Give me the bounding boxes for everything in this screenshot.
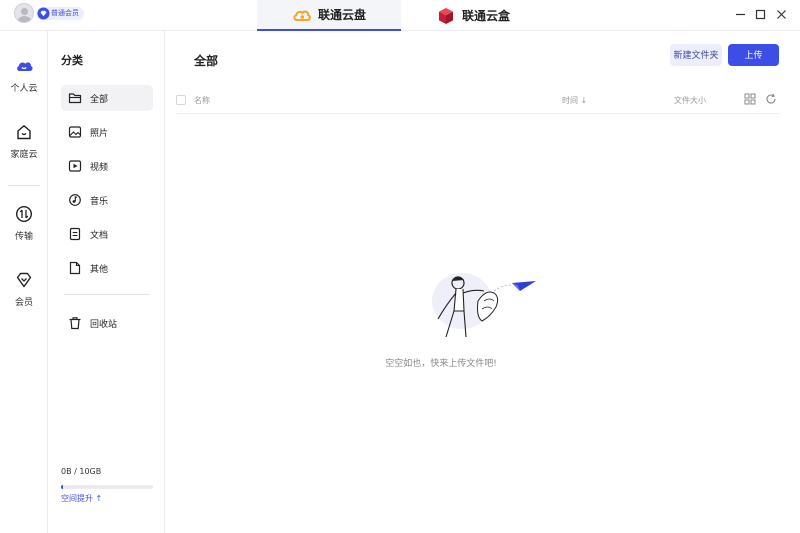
select-all-checkbox[interactable] bbox=[176, 95, 186, 105]
maximize-button[interactable] bbox=[752, 6, 768, 22]
storage-usage-bar bbox=[61, 485, 153, 489]
cloud-icon bbox=[17, 62, 33, 71]
music-icon bbox=[69, 194, 81, 206]
category-photos[interactable]: 照片 bbox=[61, 119, 153, 145]
category-divider bbox=[64, 294, 150, 295]
tab-label: 联通云盒 bbox=[461, 9, 510, 23]
category-others[interactable]: 其他 bbox=[61, 255, 153, 281]
category-label: 其他 bbox=[90, 264, 109, 275]
category-music[interactable]: 音乐 bbox=[61, 187, 153, 213]
category-documents[interactable]: 文档 bbox=[61, 221, 153, 247]
title-bar: 普通会员 联通云盘 联通云盒 bbox=[0, 0, 800, 31]
video-icon bbox=[68, 160, 82, 172]
rail-item-family-cloud[interactable]: 家庭云 bbox=[0, 123, 48, 160]
category-label: 文档 bbox=[90, 230, 109, 241]
file-table-header: 名称 时间 ↓ 文件大小 bbox=[176, 88, 780, 114]
close-button[interactable] bbox=[773, 6, 789, 22]
column-header-time[interactable]: 时间 ↓ bbox=[562, 95, 587, 106]
rail-item-label: 家庭云 bbox=[10, 150, 38, 160]
minimize-icon bbox=[735, 13, 745, 15]
file-list-area: 全部 新建文件夹 上传 名称 时间 ↓ 文件大小 空空如也，快来上传文件吧! bbox=[166, 31, 800, 533]
home-icon bbox=[17, 125, 31, 140]
category-label: 视频 bbox=[90, 162, 109, 173]
rail-item-label: 传输 bbox=[14, 232, 33, 242]
category-label: 全部 bbox=[90, 94, 109, 105]
member-badge-label: 普通会员 bbox=[51, 9, 79, 17]
rail-item-transfer[interactable]: 传输 bbox=[0, 205, 48, 242]
rail-item-label: 个人云 bbox=[10, 84, 38, 94]
storage-usage-text: 0B / 10GB bbox=[61, 467, 102, 476]
storage-usage-fill bbox=[61, 485, 63, 489]
category-label: 回收站 bbox=[90, 319, 118, 330]
tab-unicom-cloud-box[interactable]: 联通云盒 bbox=[401, 0, 545, 31]
category-label: 音乐 bbox=[90, 196, 109, 207]
nav-rail: 个人云 家庭云 传输 会员 bbox=[0, 31, 48, 533]
column-header-name[interactable]: 名称 bbox=[194, 95, 210, 106]
category-trash[interactable]: 回收站 bbox=[61, 310, 153, 336]
vip-diamond-icon bbox=[16, 272, 32, 288]
minimize-button[interactable] bbox=[732, 6, 748, 22]
avatar[interactable] bbox=[14, 3, 34, 23]
rail-item-personal-cloud[interactable]: 个人云 bbox=[0, 57, 48, 94]
column-header-size[interactable]: 文件大小 bbox=[674, 95, 706, 106]
refresh-icon[interactable] bbox=[765, 93, 777, 105]
tab-label: 联通云盘 bbox=[317, 8, 366, 22]
rail-item-membership[interactable]: 会员 bbox=[0, 271, 48, 308]
tab-unicom-cloud-disk[interactable]: 联通云盘 bbox=[257, 0, 401, 31]
category-all[interactable]: 全部 bbox=[61, 85, 153, 111]
transfer-icon bbox=[15, 205, 33, 223]
cloud-brand-icon bbox=[293, 10, 311, 21]
category-title: 分类 bbox=[61, 54, 83, 67]
trash-icon bbox=[69, 317, 81, 330]
category-panel: 分类 全部 照片 视频 音乐 文档 其他 回收站 0B / 10GB 空间提升 … bbox=[48, 31, 165, 533]
category-videos[interactable]: 视频 bbox=[61, 153, 153, 179]
new-folder-button[interactable]: 新建文件夹 bbox=[670, 44, 722, 66]
member-badge[interactable]: 普通会员 bbox=[36, 7, 84, 20]
empty-state-illustration bbox=[432, 273, 536, 338]
cube-box-icon bbox=[438, 7, 453, 24]
file-icon bbox=[69, 261, 81, 275]
rail-divider bbox=[8, 185, 40, 186]
folder-icon bbox=[68, 93, 82, 104]
upload-button[interactable]: 上传 bbox=[728, 44, 779, 66]
storage-upgrade-link[interactable]: 空间提升 ↑ bbox=[61, 493, 102, 504]
maximize-icon bbox=[755, 9, 765, 19]
page-title: 全部 bbox=[194, 54, 219, 68]
vip-diamond-icon bbox=[37, 7, 50, 20]
empty-state-message: 空空如也，快来上传文件吧! bbox=[385, 359, 497, 369]
image-icon bbox=[68, 126, 82, 138]
close-icon bbox=[776, 9, 786, 19]
document-icon bbox=[69, 227, 81, 241]
rail-item-label: 会员 bbox=[14, 298, 33, 308]
grid-view-icon[interactable] bbox=[744, 93, 756, 105]
category-label: 照片 bbox=[90, 128, 109, 139]
